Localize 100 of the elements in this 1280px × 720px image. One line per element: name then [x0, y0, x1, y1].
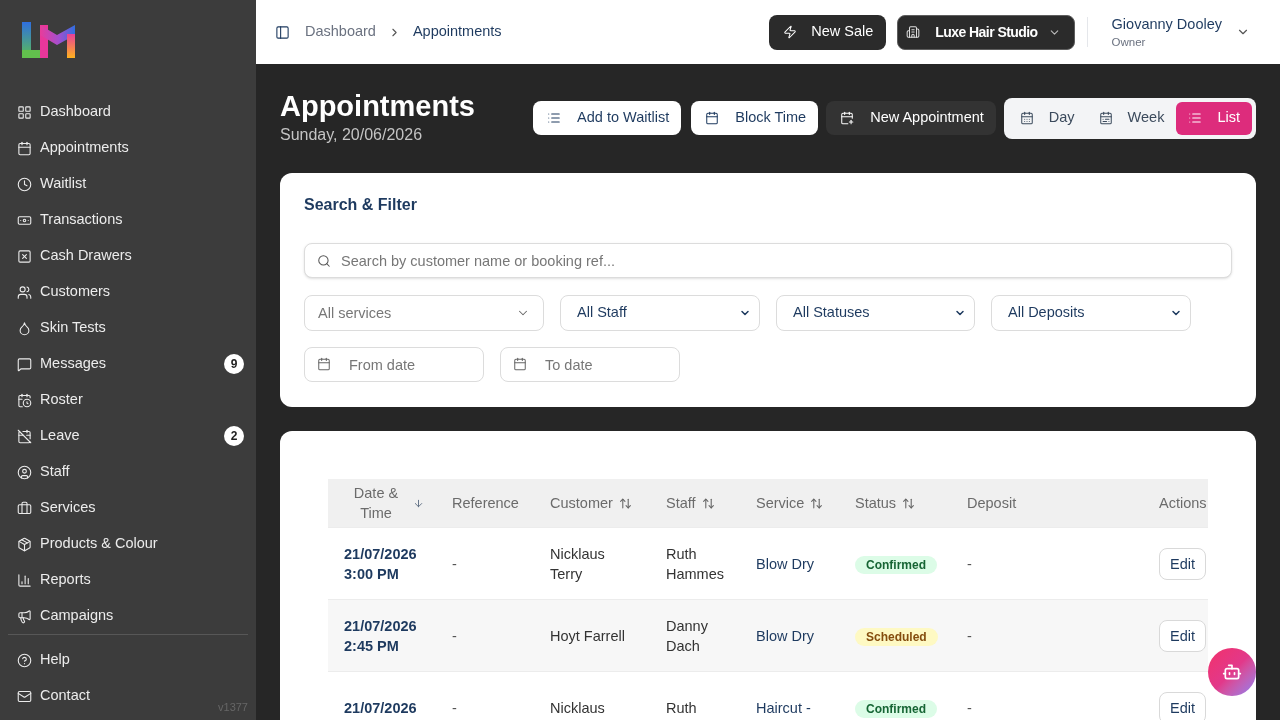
appointment-date: 21/07/2026 — [344, 698, 417, 718]
package-icon — [17, 536, 32, 552]
staff-name: Danny Dach — [666, 617, 708, 654]
deposit-text: - — [967, 699, 972, 716]
nav-item[interactable]: Services — [0, 490, 256, 526]
staff-name: Ruth Hammes — [666, 545, 724, 582]
customer-name: Nicklaus Terry — [550, 545, 605, 582]
service-name: Haircut - — [756, 699, 811, 716]
calendar-icon — [705, 111, 720, 125]
clock-icon — [17, 176, 32, 192]
edit-button[interactable]: Edit — [1159, 547, 1206, 580]
panel-icon — [275, 24, 290, 40]
column-header: Actions — [1159, 494, 1207, 513]
mail-icon — [17, 688, 32, 704]
arrow-up-down-icon[interactable] — [701, 496, 715, 510]
message-icon — [17, 356, 32, 372]
reference-text: - — [452, 627, 457, 644]
nav-item[interactable]: Dashboard — [0, 94, 256, 130]
lightning-icon — [783, 25, 798, 39]
calendar-icon — [1019, 111, 1034, 125]
user-menu-button[interactable]: Giovanny Dooley Owner — [1111, 14, 1250, 50]
building-icon — [906, 25, 921, 39]
appointment-time: 3:00 PM — [344, 564, 399, 584]
arrow-up-down-icon[interactable] — [902, 496, 916, 510]
nav-item[interactable]: Reports — [0, 562, 256, 598]
dropdown-field[interactable]: All Statuses — [776, 295, 975, 331]
arrow-down-icon[interactable] — [413, 497, 424, 509]
nav-item[interactable]: Customers — [0, 274, 256, 310]
date-field[interactable]: From date — [304, 347, 484, 382]
status-badge: Scheduled — [855, 627, 938, 646]
location-selector[interactable]: Luxe Hair Studio — [897, 14, 1075, 50]
nav-item[interactable]: Campaigns — [0, 598, 256, 634]
nav-item[interactable]: Appointments — [0, 130, 256, 166]
nav-item[interactable]: Roster — [0, 382, 256, 418]
toolbar-button[interactable]: Block Time — [691, 101, 819, 135]
calendar-icon — [17, 140, 32, 156]
service-name: Blow Dry — [756, 627, 814, 644]
view-tab[interactable]: List — [1176, 101, 1252, 135]
view-tab[interactable]: Day — [1007, 101, 1087, 135]
dropdown-field[interactable]: All Staff — [560, 295, 760, 331]
dropdown-field[interactable]: All services — [304, 295, 544, 331]
nav-item[interactable]: Transactions — [0, 202, 256, 238]
reference-text: - — [452, 555, 457, 572]
column-header: Reference — [452, 494, 519, 513]
toolbar-button[interactable]: New Appointment — [826, 101, 996, 135]
nav-item[interactable]: Messages 9 — [0, 346, 256, 382]
toolbar-button[interactable]: Add to Waitlist — [533, 101, 682, 135]
arrow-up-down-icon[interactable] — [618, 496, 632, 510]
panel-title: Search & Filter — [304, 195, 418, 215]
nav-item[interactable]: Help — [0, 642, 82, 678]
view-tab[interactable]: Week — [1086, 101, 1177, 135]
calendar-off-icon — [17, 428, 32, 444]
help-icon — [17, 652, 32, 668]
search-field[interactable]: Search by customer name or booking ref... — [304, 243, 1232, 278]
reference-text: - — [452, 699, 457, 716]
nav-item[interactable]: Cash Drawers — [0, 238, 256, 274]
nav-item[interactable]: Staff — [0, 454, 256, 490]
arrow-up-down-icon[interactable] — [810, 496, 824, 510]
search-icon — [317, 254, 331, 268]
date-field[interactable]: To date — [500, 347, 680, 382]
new-sale-button[interactable]: New Sale — [769, 14, 887, 50]
square-x-icon — [17, 248, 32, 264]
nav-item[interactable]: Contact — [0, 678, 102, 714]
nav-item[interactable]: Waitlist — [0, 166, 256, 202]
calendar-clock-icon — [17, 392, 32, 408]
list-icon — [547, 111, 562, 125]
edit-button[interactable]: Edit — [1159, 691, 1206, 720]
column-header: Date & Time — [352, 484, 400, 523]
users-icon — [17, 284, 32, 300]
breadcrumb-link[interactable]: Dashboard — [305, 21, 376, 43]
grid-icon — [17, 104, 32, 120]
user-role: Owner — [1111, 35, 1146, 50]
count-badge: 9 — [224, 354, 244, 374]
column-header: Status — [855, 494, 897, 513]
page-title: Appointments — [280, 89, 475, 124]
customer-name: Hoyt Farrell — [550, 627, 625, 644]
customer-name: Nicklaus — [550, 699, 605, 716]
service-name: Blow Dry — [756, 555, 814, 572]
status-badge: Confirmed — [855, 555, 937, 574]
status-badge: Confirmed — [855, 699, 937, 718]
nav-item[interactable]: Skin Tests — [0, 310, 256, 346]
list-icon — [1188, 111, 1203, 125]
column-header: Service — [756, 494, 805, 513]
dropdown-field[interactable]: All Deposits — [991, 295, 1191, 331]
column-header: Deposit — [967, 494, 1017, 513]
edit-button[interactable]: Edit — [1159, 619, 1206, 652]
sidebar-toggle[interactable] — [275, 24, 290, 40]
robot-icon — [1222, 662, 1242, 682]
megaphone-icon — [17, 608, 32, 624]
appointment-date: 21/07/2026 — [344, 544, 417, 564]
logo — [22, 22, 76, 58]
nav-item[interactable]: Leave 2 — [0, 418, 256, 454]
nav-item[interactable]: Products & Colour — [0, 526, 256, 562]
calendar-icon — [513, 357, 527, 371]
column-header: Customer — [550, 494, 613, 513]
breadcrumb-current: Appointments — [412, 22, 502, 42]
briefcase-icon — [17, 500, 32, 516]
bar-chart-icon — [17, 572, 32, 588]
droplet-icon — [17, 320, 32, 336]
calendar-icon — [317, 357, 331, 371]
